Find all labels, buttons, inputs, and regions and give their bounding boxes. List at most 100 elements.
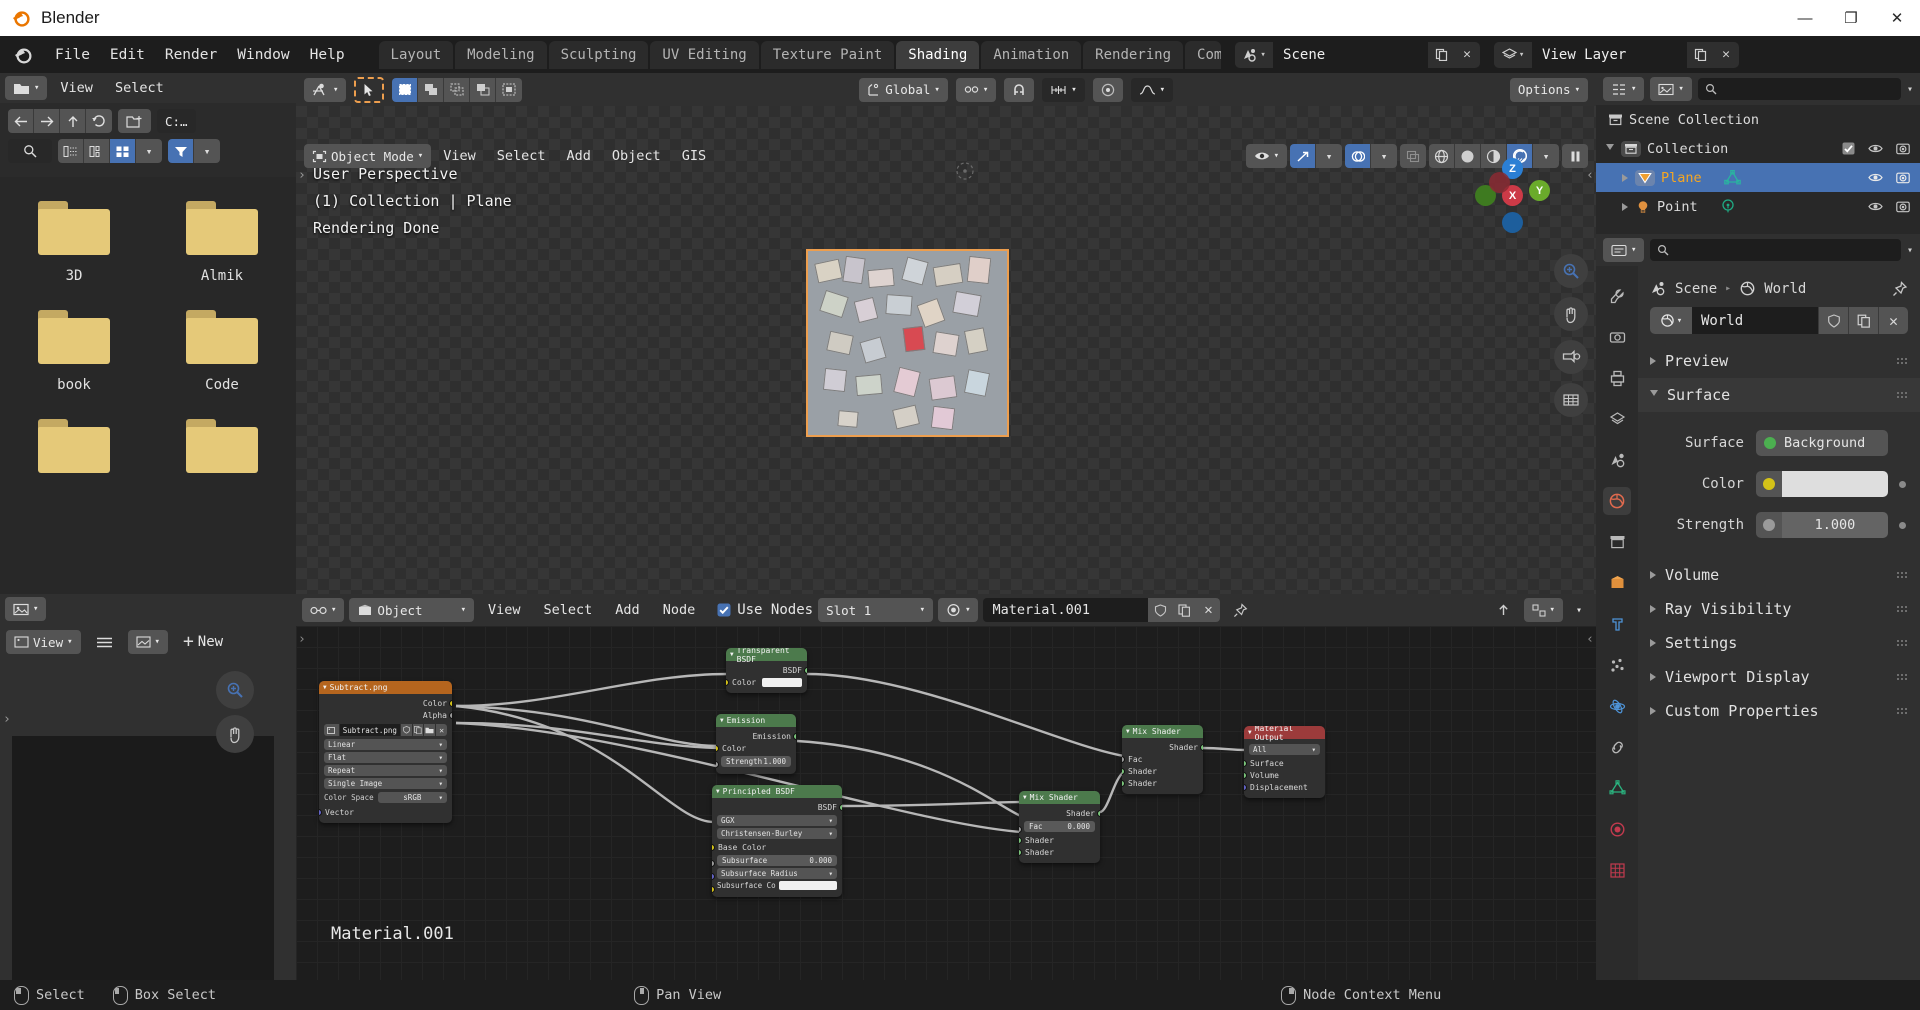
node-input-subsurface[interactable]: Subsurface 0.000 <box>712 855 842 867</box>
scene-name-field[interactable]: Scene <box>1273 41 1429 68</box>
subsurface-radius-field[interactable]: Subsurface Radius ▾ <box>717 868 837 879</box>
node-header[interactable]: ▼ Subtract.png <box>319 681 452 694</box>
select-extend-icon[interactable] <box>418 77 445 102</box>
delete-scene-button[interactable]: ✕ <box>1454 41 1481 68</box>
node-output-shader[interactable]: Shader <box>1122 741 1203 753</box>
image-browse-button[interactable]: ▾ <box>127 630 168 654</box>
workspace-tab-rendering[interactable]: Rendering <box>1083 40 1184 69</box>
node-canvas[interactable]: ▼ Subtract.png Color Alpha Subtract.png … <box>296 626 1596 980</box>
node-input-surface[interactable]: Surface <box>1244 757 1325 769</box>
node-output-bsdf[interactable]: BSDF <box>726 664 807 676</box>
menu-render[interactable]: Render <box>155 43 227 67</box>
properties-tab-tool[interactable] <box>1603 282 1631 310</box>
node-input-fac[interactable]: Fac <box>1122 753 1203 765</box>
close-button[interactable]: ✕ <box>1874 0 1920 36</box>
zoom-icon[interactable] <box>216 671 254 709</box>
node-tree-up-icon[interactable] <box>1488 598 1519 622</box>
source-dropdown[interactable]: Single Image ▾ <box>324 778 447 789</box>
scene-icon[interactable]: ▾ <box>1235 41 1274 68</box>
node-input-strength[interactable]: Strength 1.000 <box>716 756 796 768</box>
pan-icon[interactable] <box>1554 297 1588 331</box>
surface-shader-dropdown[interactable]: Background <box>1756 430 1888 456</box>
viewport-menu-add[interactable]: Add <box>558 145 600 167</box>
checkbox-icon[interactable] <box>1842 142 1855 155</box>
properties-tab-texture[interactable] <box>1603 856 1631 884</box>
viewport-toolbar-toggle[interactable]: › <box>298 168 306 183</box>
editor-type-outliner[interactable]: ▾ <box>1603 77 1645 101</box>
node-output-emission[interactable]: Emission <box>716 730 796 742</box>
snap-magnet-icon[interactable] <box>1004 77 1035 102</box>
shader-sidebar-toggle[interactable]: ‹ <box>1586 632 1594 647</box>
display-mode-dropdown-icon[interactable]: ▾ <box>136 139 162 163</box>
node-header[interactable]: ▼ Emission <box>716 714 796 727</box>
color-swatch[interactable] <box>762 677 802 687</box>
horizontal-list-icon[interactable] <box>84 139 110 163</box>
proportional-edit-icon[interactable] <box>1092 77 1123 102</box>
gizmo-icon[interactable] <box>1290 144 1316 168</box>
properties-tab-view-layer[interactable] <box>1603 405 1631 433</box>
outliner-display-mode-dropdown[interactable]: ▾ <box>1650 77 1692 101</box>
interpolation-dropdown[interactable]: Linear ▾ <box>324 739 447 750</box>
menu-edit[interactable]: Edit <box>100 43 155 67</box>
open-image-folder-icon[interactable] <box>424 724 436 736</box>
light-data-icon[interactable] <box>1720 199 1736 214</box>
color-swatch[interactable] <box>778 881 837 890</box>
new-folder-button[interactable] <box>118 109 151 133</box>
workspace-tab-animation[interactable]: Animation <box>981 40 1082 69</box>
workspace-tab-uv-editing[interactable]: UV Editing <box>650 40 759 69</box>
node-input-shader-2[interactable]: Shader <box>1122 777 1203 789</box>
minimize-button[interactable]: — <box>1782 0 1828 36</box>
view-layer-icon[interactable]: ▾ <box>1494 41 1533 68</box>
target-dropdown[interactable]: All ▾ <box>1249 744 1320 755</box>
viewport-menu-object[interactable]: Object <box>603 145 670 167</box>
shader-toolbar-toggle[interactable]: › <box>298 632 306 647</box>
properties-tab-object[interactable] <box>1603 569 1631 597</box>
strength-value-field[interactable]: 1.000 <box>1782 512 1888 538</box>
node-input-base-color[interactable]: Base Color <box>712 841 842 853</box>
shader-menu-node[interactable]: Node <box>654 599 705 621</box>
snap-settings-dropdown[interactable]: ▾ <box>1042 77 1085 102</box>
panel-surface[interactable]: Surface <box>1638 378 1920 412</box>
selected-plane-object[interactable] <box>806 249 1009 437</box>
file-browser-filelist[interactable]: 3D Almik book Code <box>0 177 296 594</box>
shader-type-dropdown[interactable]: Object ▾ <box>349 598 474 622</box>
file-item-5[interactable] <box>0 409 148 502</box>
properties-tab-modifier[interactable] <box>1603 610 1631 638</box>
eye-icon[interactable] <box>1868 143 1883 154</box>
workspace-tab-shading[interactable]: Shading <box>896 40 980 69</box>
image-name-field[interactable]: Subtract.png <box>339 724 400 736</box>
properties-tab-render[interactable] <box>1603 323 1631 351</box>
color-socket-button[interactable] <box>1756 471 1782 497</box>
panel-custom-properties[interactable]: Custom Properties <box>1638 694 1920 728</box>
panel-volume[interactable]: Volume <box>1638 558 1920 592</box>
pan-icon[interactable] <box>216 715 254 753</box>
blender-menu-logo-icon[interactable] <box>10 42 36 68</box>
node-input-color[interactable]: Color <box>716 742 796 754</box>
image-editor-canvas-area[interactable]: › <box>0 660 296 1010</box>
file-menu-select[interactable]: Select <box>106 77 173 99</box>
material-browse-icon[interactable]: ▾ <box>938 598 979 622</box>
chevron-right-icon[interactable] <box>1622 202 1628 211</box>
use-nodes-checkbox[interactable]: Use Nodes <box>717 602 813 618</box>
shader-options-icon[interactable]: ▾ <box>1568 598 1590 622</box>
fac-value-slider[interactable]: Fac 0.000 <box>1024 821 1095 832</box>
gizmo-axis-y[interactable]: Y <box>1529 180 1550 201</box>
properties-search-input[interactable] <box>1650 239 1901 261</box>
strength-socket-button[interactable] <box>1756 512 1782 538</box>
projection-dropdown[interactable]: Flat ▾ <box>324 752 447 763</box>
outliner-search-input[interactable] <box>1697 78 1901 100</box>
distribution-dropdown[interactable]: GGX ▾ <box>717 815 837 826</box>
pin-icon[interactable] <box>1225 598 1256 622</box>
chevron-right-icon[interactable] <box>1622 173 1628 182</box>
slot-dropdown[interactable]: Slot 1 ▾ <box>818 598 934 622</box>
node-input-subsurface-color[interactable]: Subsurface Co <box>712 881 842 893</box>
unlink-material-icon[interactable]: ✕ <box>1196 598 1221 622</box>
shader-menu-add[interactable]: Add <box>606 599 648 621</box>
new-image-button[interactable]: + New <box>175 630 231 654</box>
camera-icon[interactable] <box>1896 142 1910 155</box>
eye-icon[interactable] <box>1868 172 1883 183</box>
ortho-icon[interactable] <box>1554 383 1588 417</box>
editor-type-properties[interactable]: ▾ <box>1603 238 1645 262</box>
select-box-icon[interactable] <box>392 77 419 102</box>
strength-value-slider[interactable]: Strength 1.000 <box>721 756 791 767</box>
